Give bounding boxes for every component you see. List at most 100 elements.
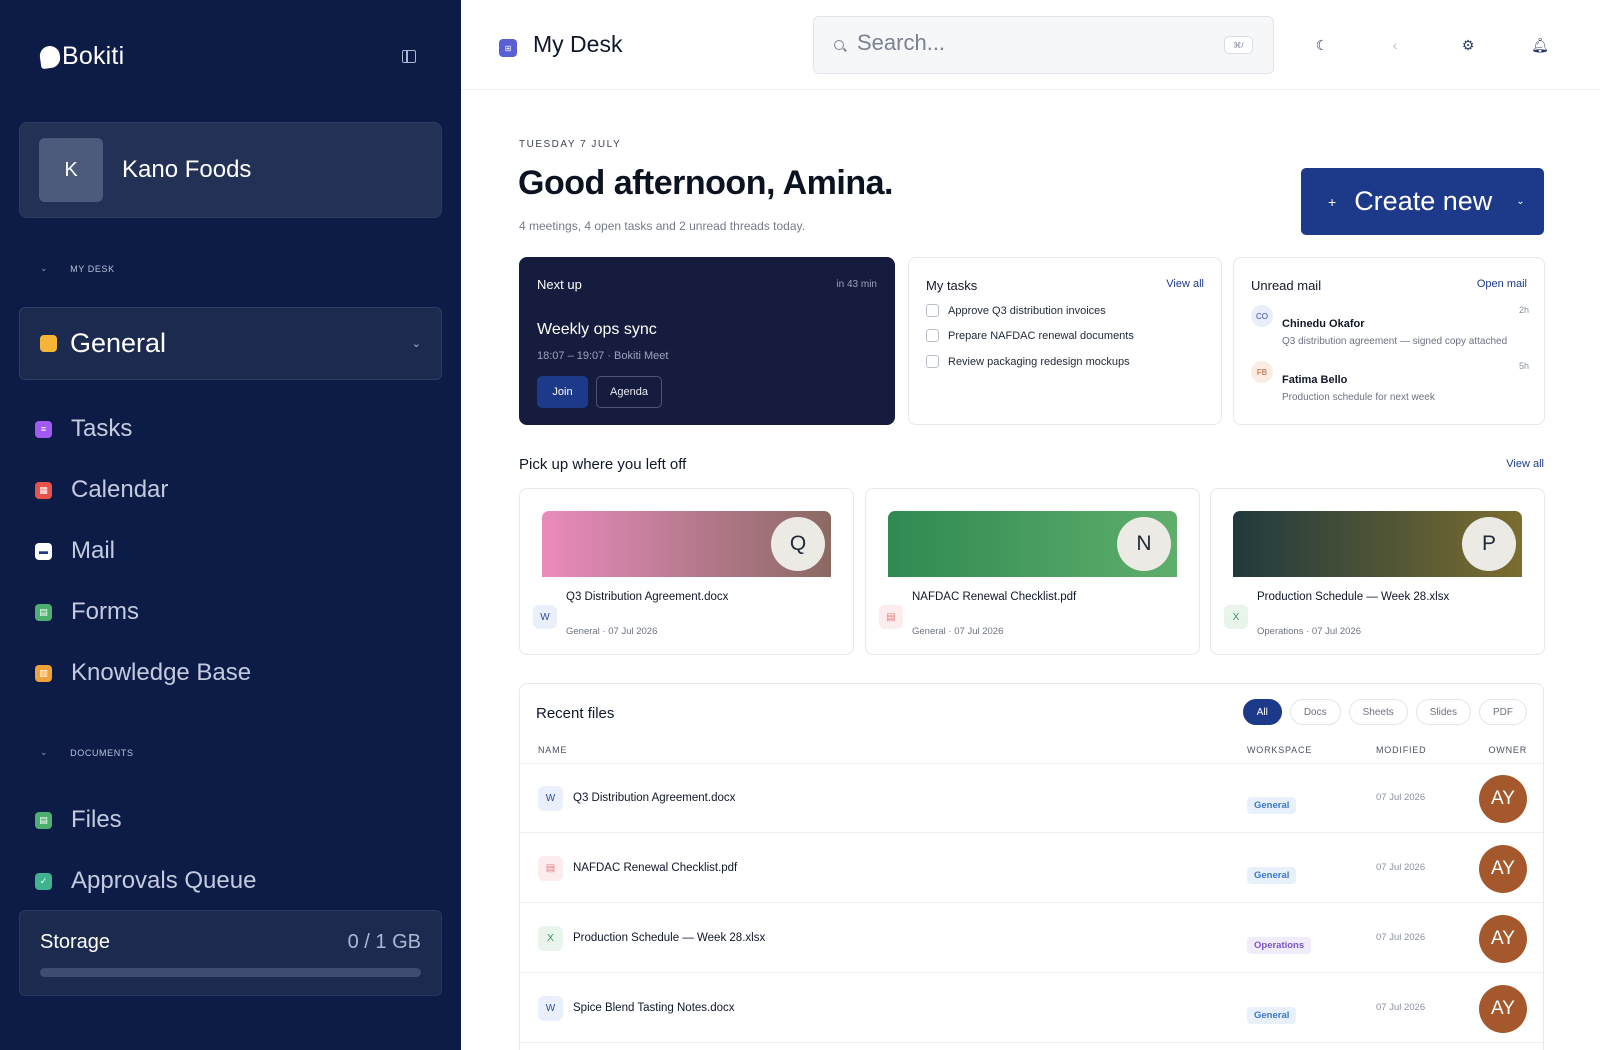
help-icon[interactable]: ‹	[1387, 37, 1403, 53]
plus-icon: +	[1328, 193, 1337, 210]
workspace-switcher[interactable]: K Kano Foods	[19, 122, 442, 218]
storage-widget: Storage 0 / 1 GB	[19, 910, 442, 996]
workspace-badge: Operations	[1247, 937, 1312, 954]
column-header-workspace[interactable]: WORKSPACE	[1247, 745, 1312, 755]
sidebar-item-general[interactable]: General ⌄	[19, 307, 442, 380]
owner-avatar: AY	[1479, 985, 1527, 1033]
storage-progress-bar	[40, 968, 421, 977]
column-header-name[interactable]: NAME	[538, 745, 567, 755]
tasks-view-all-link[interactable]: View all	[1166, 278, 1204, 290]
chevron-down-icon: ⌄	[1516, 196, 1525, 207]
open-mail-link[interactable]: Open mail	[1477, 278, 1527, 290]
table-row[interactable]: ▤ NAFDAC Renewal Checklist.pdf General 0…	[520, 834, 1543, 903]
search-bar[interactable]: ⌘/	[813, 16, 1274, 74]
filter-all[interactable]: All	[1242, 699, 1282, 725]
task-item[interactable]: Review packaging redesign mockups	[926, 355, 1130, 368]
filter-slides[interactable]: Slides	[1415, 699, 1471, 725]
section-my-desk[interactable]: ⌄ MY DESK	[40, 263, 115, 274]
create-new-button[interactable]: + Create new ⌄	[1301, 168, 1544, 235]
mail-subject: Q3 distribution agreement — signed copy …	[1282, 336, 1508, 347]
pdf-file-icon: ▤	[538, 856, 563, 881]
recent-file-card[interactable]: Q W Q3 Distribution Agreement.docx Gener…	[519, 488, 854, 655]
sheet-file-icon: X	[1224, 605, 1248, 629]
recent-files-table: Recent files All Docs Sheets Slides PDF …	[519, 683, 1544, 1050]
storage-title: Storage	[40, 931, 111, 953]
file-name: Q3 Distribution Agreement.docx	[573, 792, 736, 804]
bell-icon[interactable]: 🔔︎	[1531, 37, 1549, 53]
mail-time: 5h	[1518, 361, 1529, 371]
modified-date: 07 Jul 2026	[1376, 792, 1426, 803]
sidebar-item-calendar[interactable]: ▦ Calendar	[35, 476, 168, 504]
next-up-card: Next up in 43 min Weekly ops sync 18:07 …	[519, 257, 895, 425]
folder-icon	[40, 335, 57, 352]
table-row[interactable]: W Q3 Distribution Agreement.docx General…	[520, 764, 1543, 833]
collapse-sidebar-icon[interactable]	[402, 50, 416, 63]
filter-docs[interactable]: Docs	[1289, 699, 1341, 725]
sidebar-item-mail[interactable]: ▬ Mail	[35, 537, 115, 565]
workspace-badge: General	[1247, 867, 1297, 884]
column-header-modified[interactable]: MODIFIED	[1376, 745, 1426, 755]
file-preview-banner: N	[888, 511, 1177, 577]
brand-logo[interactable]: Bokiti	[38, 42, 125, 71]
task-item[interactable]: Approve Q3 distribution invoices	[926, 304, 1106, 317]
file-type-filters: All Docs Sheets Slides PDF	[1242, 699, 1527, 725]
word-file-icon: W	[538, 996, 563, 1021]
filter-pdf[interactable]: PDF	[1479, 699, 1527, 725]
file-meta: Operations · 07 Jul 2026	[1257, 626, 1362, 637]
form-icon: ▤	[35, 603, 52, 621]
brand-name: Bokiti	[62, 42, 125, 70]
owner-avatar: AY	[1479, 775, 1527, 823]
filter-sheets[interactable]: Sheets	[1348, 699, 1408, 725]
section-documents[interactable]: ⌄ DOCUMENTS	[40, 747, 134, 758]
sidebar-item-approvals-queue[interactable]: ✓ Approvals Queue	[35, 867, 256, 895]
mail-icon: ▬	[35, 542, 52, 560]
section-label: MY DESK	[70, 263, 115, 274]
search-input[interactable]	[857, 25, 1197, 61]
greeting-heading: Good afternoon, Amina.	[518, 164, 893, 202]
file-icon: ▤	[35, 811, 52, 829]
owner-avatar: AY	[1479, 915, 1527, 963]
owner-avatar: AY	[1479, 845, 1527, 893]
moon-icon[interactable]: ☾	[1314, 37, 1330, 53]
modified-date: 07 Jul 2026	[1376, 932, 1426, 943]
search-icon	[834, 40, 844, 50]
recent-file-card[interactable]: N ▤ NAFDAC Renewal Checklist.pdf General…	[865, 488, 1200, 655]
file-initial: N	[1117, 517, 1171, 571]
top-bar: ⊞ My Desk ⌘/ ☾ ‹ ⚙ 🔔︎	[461, 0, 1600, 90]
task-checkbox[interactable]	[926, 304, 939, 317]
pickup-heading: Pick up where you left off	[519, 456, 687, 473]
sidebar-item-label: Calendar	[71, 476, 169, 503]
sidebar-item-label: Tasks	[71, 415, 133, 442]
table-row[interactable]: W Spice Blend Tasting Notes.docx General…	[520, 974, 1543, 1043]
sheet-file-icon: X	[538, 926, 563, 951]
workspace-avatar: K	[39, 138, 103, 202]
pdf-file-icon: ▤	[879, 605, 903, 629]
agenda-button[interactable]: Agenda	[596, 376, 662, 408]
sidebar-item-label: General	[70, 328, 167, 358]
sidebar-item-files[interactable]: ▤ Files	[35, 806, 122, 834]
file-name: NAFDAC Renewal Checklist.pdf	[912, 591, 1077, 603]
sidebar-item-label: Files	[71, 806, 122, 833]
sidebar-item-forms[interactable]: ▤ Forms	[35, 598, 139, 626]
table-row[interactable]: X Production Schedule — Week 28.xlsx Ope…	[520, 904, 1543, 973]
join-button[interactable]: Join	[537, 376, 588, 408]
sidebar-item-knowledge-base[interactable]: ▥ Knowledge Base	[35, 659, 251, 687]
recent-file-card[interactable]: P X Production Schedule — Week 28.xlsx O…	[1210, 488, 1545, 655]
file-initial: Q	[771, 517, 825, 571]
chevron-down-icon: ⌄	[411, 338, 421, 350]
sidebar-item-label: Knowledge Base	[71, 659, 252, 686]
modified-date: 07 Jul 2026	[1376, 862, 1426, 873]
column-header-owner[interactable]: OWNER	[1489, 745, 1528, 755]
gear-icon[interactable]: ⚙	[1460, 37, 1476, 53]
chevron-down-icon: ⌄	[40, 747, 49, 757]
task-item[interactable]: Prepare NAFDAC renewal documents	[926, 329, 1134, 342]
task-checkbox[interactable]	[926, 355, 939, 368]
task-checkbox[interactable]	[926, 329, 939, 342]
mail-sender: Fatima Bello	[1282, 374, 1348, 386]
sidebar: Bokiti K Kano Foods ⌄ MY DESK General ⌄ …	[0, 0, 461, 1050]
bokiti-logo-icon	[38, 44, 62, 69]
sidebar-item-tasks[interactable]: ≡ Tasks	[35, 415, 132, 443]
calendar-icon: ▦	[35, 481, 52, 499]
pickup-view-all-link[interactable]: View all	[1506, 458, 1544, 470]
chevron-down-icon: ⌄	[40, 263, 49, 273]
